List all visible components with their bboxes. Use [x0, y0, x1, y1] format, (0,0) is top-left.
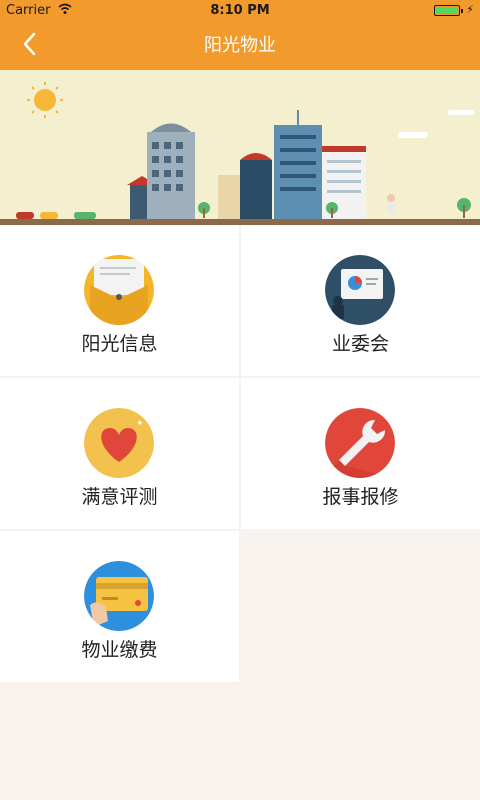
credit-card-icon — [84, 561, 154, 631]
menu-item-label: 报事报修 — [322, 486, 399, 508]
heart-icon: ✦ — [84, 408, 154, 478]
menu-item-satisfaction-survey[interactable]: ✦ 满意评测 — [0, 378, 239, 529]
menu-item-label: 阳光信息 — [81, 333, 158, 355]
city-banner-illustration — [0, 70, 480, 225]
battery-icon — [434, 5, 463, 16]
charging-icon: ⚡ — [466, 3, 474, 16]
envelope-icon — [84, 255, 154, 325]
wrench-icon — [325, 408, 395, 478]
presentation-icon — [325, 255, 395, 325]
page-title: 阳光物业 — [204, 35, 276, 56]
menu-item-owners-committee[interactable]: 业委会 — [241, 225, 480, 376]
svg-text:✦: ✦ — [136, 419, 144, 429]
menu-item-repair-report[interactable]: 报事报修 — [241, 378, 480, 529]
menu-item-sunshine-info[interactable]: 阳光信息 — [0, 225, 239, 376]
menu-item-property-fee[interactable]: 物业缴费 — [0, 531, 239, 682]
menu-item-label: 物业缴费 — [81, 639, 158, 661]
status-bar: Carrier 8:10 PM ⚡ — [0, 0, 480, 22]
menu-item-label: 业委会 — [331, 333, 389, 355]
nav-bar: 阳光物业 — [0, 22, 480, 70]
status-time: 8:10 PM — [210, 3, 270, 18]
menu-item-label: 满意评测 — [81, 486, 158, 508]
